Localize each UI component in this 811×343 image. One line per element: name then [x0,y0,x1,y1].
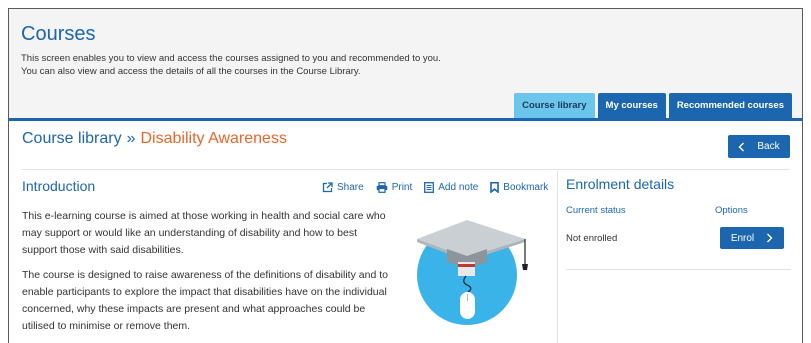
add-note-label: Add note [438,182,479,193]
introduction-paragraph-1: This e-learning course is aimed at those… [22,210,386,256]
current-status-label: Current status [566,205,626,216]
introduction-paragraph-2: The course is designed to raise awarenes… [22,269,388,332]
share-action[interactable]: Share [322,182,364,193]
share-label: Share [337,182,364,193]
print-label: Print [391,182,413,193]
bookmark-label: Bookmark [503,182,549,193]
course-tabs: Course library My courses Recommended co… [514,93,792,118]
options-label: Options [715,205,748,216]
note-icon [424,182,435,193]
back-button-label: Back [757,141,780,152]
page-frame: Courses This screen enables you to view … [8,8,803,343]
enrol-button[interactable]: Enrol [720,227,784,249]
section-divider [21,169,790,170]
print-action[interactable]: Print [376,182,413,193]
printer-icon [376,182,388,193]
page-title: Courses [21,23,96,45]
enrol-button-label: Enrol [730,232,755,244]
enrolment-status: Not enrolled [566,233,618,244]
enrolment-title: Enrolment details [566,176,675,192]
add-note-action[interactable]: Add note [424,182,478,193]
breadcrumb-current: Disability Awareness [140,130,287,147]
enrolment-divider [566,269,791,270]
tab-my-courses[interactable]: My courses [597,93,666,118]
bookmark-action[interactable]: Bookmark [490,182,548,193]
breadcrumb: Course library» Disability Awareness [22,130,287,148]
content-actions: Share Print Add note Bookmark [322,182,548,193]
tab-recommended-courses[interactable]: Recommended courses [668,93,792,118]
back-button[interactable]: Back [728,135,790,158]
tab-course-library[interactable]: Course library [514,93,595,118]
bookmark-icon [490,182,500,193]
share-icon [322,182,333,193]
page-header: Courses This screen enables you to view … [9,9,802,118]
chevron-right-icon [766,233,773,243]
breadcrumb-separator: » [126,130,136,147]
page-description-line-2: You can also view and access the details… [21,66,361,77]
chevron-left-icon [738,142,745,152]
header-divider [9,118,802,121]
breadcrumb-course-library[interactable]: Course library [22,130,122,147]
course-illustration [411,212,539,330]
page-description-line-1: This screen enables you to view and acce… [21,53,441,64]
introduction-title: Introduction [22,178,96,194]
enrolment-separator [557,171,558,343]
